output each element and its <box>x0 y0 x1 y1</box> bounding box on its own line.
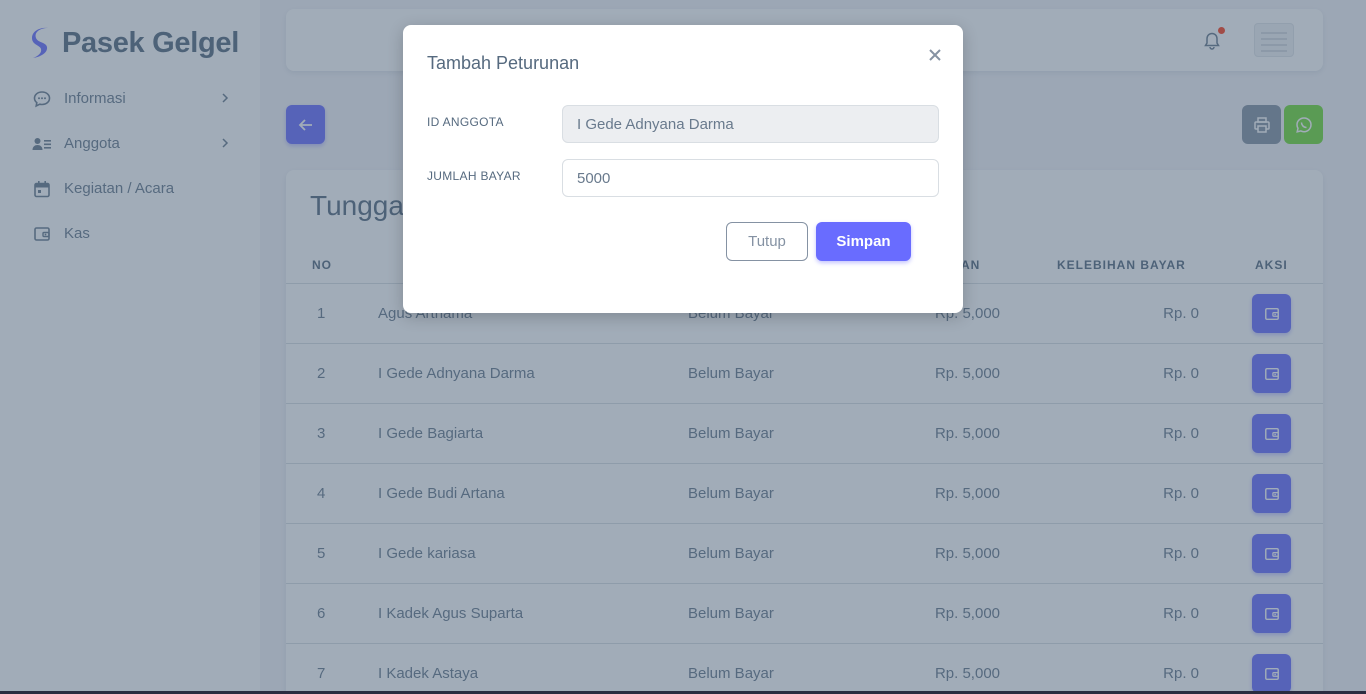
close-button[interactable] <box>925 45 945 65</box>
close-icon <box>929 49 941 61</box>
member-id-field[interactable] <box>562 105 939 143</box>
modal-title: Tambah Peturunan <box>427 53 580 73</box>
add-payment-modal: Tambah Peturunan ID ANGGOTA JUMLAH BAYAR… <box>403 25 963 313</box>
save-button[interactable]: Simpan <box>816 222 911 261</box>
amount-label: JUMLAH BAYAR <box>427 169 521 183</box>
cancel-button[interactable]: Tutup <box>726 222 808 261</box>
amount-field[interactable] <box>562 159 939 197</box>
member-id-label: ID ANGGOTA <box>427 115 504 129</box>
